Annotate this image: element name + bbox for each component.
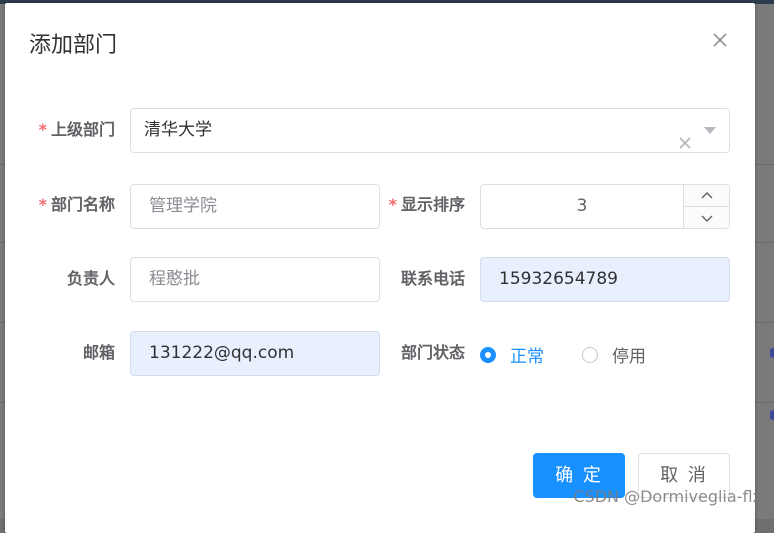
parent-dept-select[interactable]: 清华大学: [130, 108, 730, 153]
sort-order-label: * 显示排序: [379, 194, 465, 216]
add-department-dialog: 添加部门 * 上级部门 清华大学 * 部门名称 管理学院 * 显示排序 3 负责…: [5, 3, 755, 533]
dept-name-value: 管理学院: [149, 196, 217, 216]
status-option-disabled: 停用: [612, 347, 646, 367]
leader-label: 负责人: [66, 269, 115, 288]
status-option-normal: 正常: [510, 347, 544, 367]
email-input[interactable]: 131222@qq.com: [130, 331, 380, 376]
sort-order-label-text: 显示排序: [400, 195, 465, 214]
dept-name-label-text: 部门名称: [50, 195, 115, 214]
background-edge-marker: [770, 410, 774, 420]
sort-order-stepper[interactable]: 3: [480, 184, 730, 229]
parent-dept-value: 清华大学: [144, 120, 212, 140]
arrow-down-icon[interactable]: [704, 127, 716, 134]
leader-input[interactable]: 程憨批: [130, 257, 380, 302]
required-mark: *: [38, 195, 47, 214]
dept-name-label: * 部门名称: [27, 194, 115, 216]
leader-value: 程憨批: [149, 269, 200, 289]
parent-dept-label-text: 上级部门: [50, 120, 115, 139]
background-edge-marker: [770, 348, 774, 358]
status-radio-disabled[interactable]: 停用: [582, 342, 646, 367]
email-value: 131222@qq.com: [149, 343, 295, 363]
sort-order-value: 3: [576, 196, 588, 216]
dialog-title: 添加部门: [29, 33, 118, 58]
required-mark: *: [38, 120, 47, 139]
radio-unchecked-icon: [582, 346, 598, 363]
phone-input[interactable]: 15932654789: [480, 257, 730, 302]
required-mark: *: [388, 195, 397, 214]
chevron-up-icon[interactable]: [684, 185, 729, 207]
status-radio-normal[interactable]: 正常: [480, 342, 544, 367]
phone-label: 联系电话: [400, 269, 465, 288]
dept-name-input[interactable]: 管理学院: [130, 184, 380, 229]
radio-checked-icon: [480, 346, 496, 363]
parent-dept-label: * 上级部门: [27, 119, 115, 141]
close-icon[interactable]: [709, 29, 731, 51]
stepper-controls: [683, 185, 729, 228]
chevron-down-icon[interactable]: [684, 207, 729, 228]
status-label: 部门状态: [400, 343, 465, 362]
email-label: 邮箱: [82, 343, 115, 362]
phone-value: 15932654789: [499, 269, 618, 289]
circle-close-icon[interactable]: [678, 124, 692, 149]
watermark: CSDN @Dormiveglia-flx: [573, 487, 762, 506]
